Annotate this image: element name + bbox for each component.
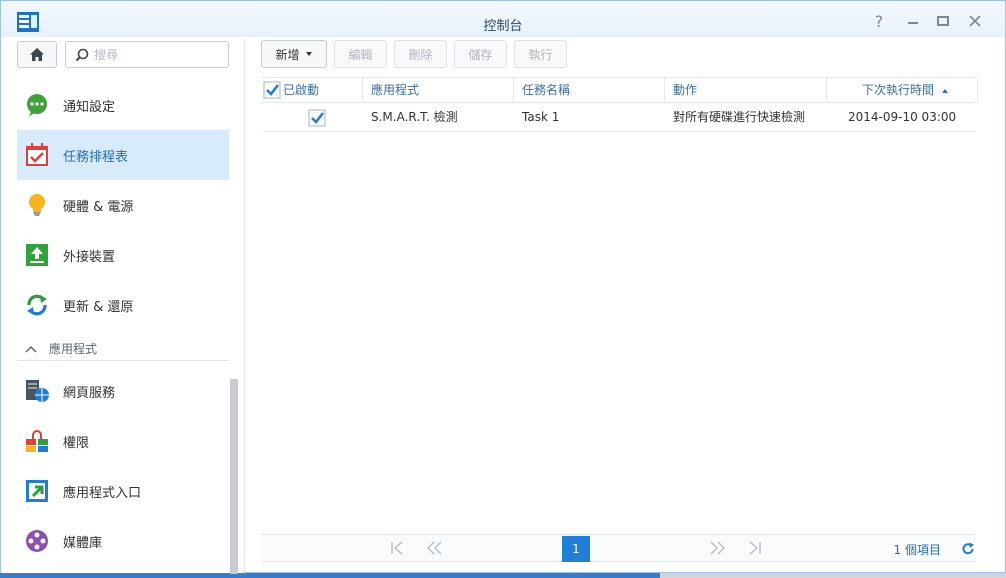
pagination-bar: 1 1 個項目	[261, 534, 975, 562]
grid-header: 已啟動 應用程式 任務名稱 動作 下次執行時間	[261, 77, 978, 103]
sidebar-item-media-library[interactable]: 媒體庫	[17, 516, 229, 566]
home-icon	[30, 48, 44, 61]
page-number[interactable]: 1	[562, 536, 590, 562]
sidebar-scrollbar[interactable]	[230, 379, 238, 574]
refresh-arrows-icon	[27, 294, 47, 316]
create-button-label: 新增	[275, 47, 300, 62]
sidebar-item-task-scheduler[interactable]: 任務排程表	[17, 130, 229, 180]
close-icon[interactable]	[965, 12, 985, 32]
sidebar-item-application-portal[interactable]: 應用程式入口	[17, 466, 229, 516]
column-task-name[interactable]: 任務名稱	[514, 78, 665, 103]
previous-page-icon[interactable]	[426, 541, 442, 555]
search-box	[65, 41, 229, 68]
chevron-up-icon	[25, 345, 37, 353]
sidebar-item-update-restore[interactable]: 更新 & 還原	[17, 280, 229, 330]
cell-action: 對所有硬碟進行快速檢測	[673, 110, 806, 124]
edit-button[interactable]: 編輯	[334, 40, 387, 68]
column-enabled[interactable]: 已啟動	[261, 78, 363, 103]
panel-divider	[244, 39, 245, 574]
create-button[interactable]: 新增	[261, 40, 327, 68]
delete-button[interactable]: 刪除	[394, 40, 447, 68]
sidebar-item-label: 應用程式入口	[63, 485, 142, 501]
cell-next-run: 2014-09-10 03:00	[848, 110, 957, 124]
sidebar-item-label: 硬體 & 電源	[63, 199, 134, 215]
calendar-check-icon	[26, 143, 48, 166]
checkbox-icon[interactable]	[263, 81, 281, 99]
item-count: 1 個項目	[893, 543, 941, 557]
permission-icon	[26, 430, 48, 452]
cell-task-name: Task 1	[522, 110, 560, 124]
chat-icon	[27, 94, 47, 116]
cell-application: S.M.A.R.T. 檢測	[371, 110, 458, 124]
sidebar-item-label: 媒體庫	[63, 535, 103, 551]
upload-icon	[26, 244, 48, 266]
sidebar-item-label: 網頁服務	[63, 385, 116, 401]
sidebar-item-notification[interactable]: 通知設定	[17, 80, 229, 130]
sidebar-item-web-services[interactable]: 網頁服務	[17, 366, 229, 416]
checkbox-icon[interactable]	[308, 109, 326, 127]
last-page-icon[interactable]	[748, 541, 762, 555]
refresh-icon[interactable]	[961, 542, 975, 556]
sidebar-item-permissions[interactable]: 權限	[17, 416, 229, 466]
sidebar-item-label: 通知設定	[63, 99, 116, 115]
home-button[interactable]	[17, 41, 57, 68]
sidebar-item-label: 更新 & 還原	[63, 299, 134, 315]
column-label: 已啟動	[283, 83, 320, 97]
desktop-background-strip	[660, 573, 1006, 578]
sidebar: 通知設定 任務排程表 硬體 & 電源	[1, 37, 244, 574]
section-label: 應用程式	[49, 342, 98, 356]
column-next-run[interactable]: 下次執行時間	[827, 78, 978, 103]
table-row[interactable]: S.M.A.R.T. 檢測 Task 1 對所有硬碟進行快速檢測 2014-09…	[261, 103, 975, 132]
bulb-icon	[29, 194, 45, 216]
first-page-icon[interactable]	[390, 541, 404, 555]
sidebar-item-label: 權限	[63, 435, 90, 451]
caret-down-icon	[305, 52, 312, 56]
web-service-icon	[26, 380, 49, 402]
sidebar-item-hardware-power[interactable]: 硬體 & 電源	[17, 180, 229, 230]
run-button[interactable]: 執行	[514, 40, 567, 68]
sidebar-item-external-devices[interactable]: 外接裝置	[17, 230, 229, 280]
control-panel-window: 控制台 ? 搜尋 通知設定 任務排程表 硬體 & 電源 外接裝置 更新 & 還原…	[0, 0, 1006, 574]
column-action[interactable]: 動作	[665, 78, 827, 103]
media-icon	[26, 530, 48, 552]
section-applications[interactable]: 應用程式	[17, 337, 229, 361]
sort-asc-icon	[941, 89, 948, 93]
title-bar[interactable]: 控制台 ?	[1, 1, 1005, 37]
save-button[interactable]: 儲存	[454, 40, 507, 68]
search-icon	[75, 48, 89, 62]
maximize-icon[interactable]	[933, 12, 953, 32]
search-input[interactable]	[94, 45, 224, 64]
portal-icon	[26, 480, 48, 502]
sidebar-item-label: 任務排程表	[63, 149, 129, 165]
column-label: 下次執行時間	[862, 83, 935, 97]
sidebar-item-label: 外接裝置	[63, 249, 116, 265]
window-title: 控制台	[483, 19, 523, 34]
minimize-icon[interactable]	[903, 12, 923, 32]
next-page-icon[interactable]	[710, 541, 726, 555]
column-application[interactable]: 應用程式	[363, 78, 514, 103]
help-icon[interactable]: ?	[869, 12, 889, 32]
